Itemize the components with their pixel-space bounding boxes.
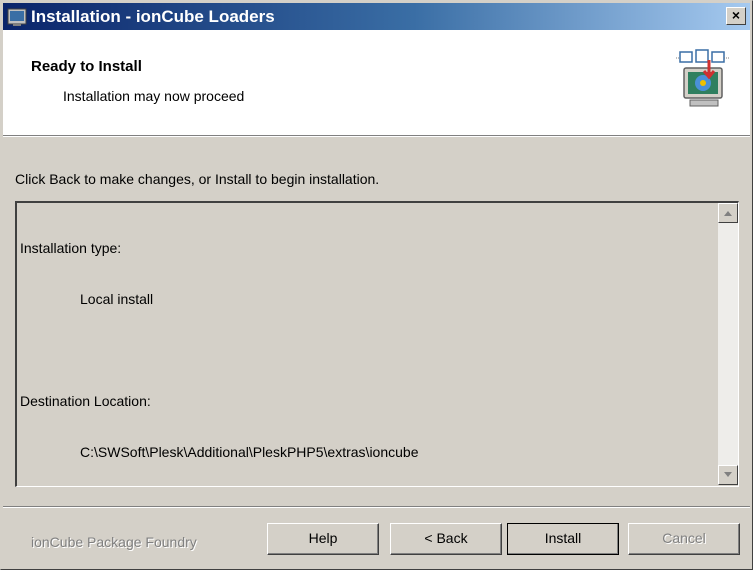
header-divider — [3, 136, 750, 137]
close-button[interactable]: × — [726, 7, 746, 25]
vertical-scrollbar[interactable] — [718, 203, 738, 485]
page-subtitle: Installation may now proceed — [63, 88, 245, 104]
summary-memo[interactable]: Installation type: Local install Destina… — [15, 201, 739, 487]
cancel-button[interactable]: Cancel — [628, 523, 740, 555]
scroll-down-button[interactable] — [718, 465, 738, 485]
instruction-text: Click Back to make changes, or Install t… — [15, 171, 380, 187]
arrow-up-icon — [724, 211, 732, 216]
close-icon: × — [731, 7, 741, 23]
summary-text: Installation type: Local install Destina… — [20, 206, 714, 495]
window-title: Installation - ionCube Loaders — [31, 7, 275, 26]
installation-type-value: Local install — [80, 291, 154, 307]
brand-label: ionCube Package Foundry — [31, 534, 197, 550]
title-bar[interactable]: Installation - ionCube Loaders × — [3, 3, 750, 30]
footer-divider-highlight — [3, 507, 750, 508]
scroll-up-button[interactable] — [718, 203, 738, 223]
wizard-header: Ready to Install Installation may now pr… — [3, 30, 750, 136]
installation-type-label: Installation type: — [20, 240, 122, 256]
back-button[interactable]: < Back — [390, 523, 502, 555]
destination-label: Destination Location: — [20, 393, 151, 409]
memo-blank-line — [20, 342, 714, 359]
installer-app-icon — [7, 8, 27, 26]
help-button[interactable]: Help — [267, 523, 379, 555]
arrow-down-icon — [724, 472, 732, 477]
installer-computer-icon — [676, 49, 730, 107]
install-button[interactable]: Install — [507, 523, 619, 555]
destination-value: C:\SWSoft\Plesk\Additional\PleskPHP5\ext… — [80, 444, 419, 460]
page-title: Ready to Install — [31, 58, 142, 75]
installer-window: Installation - ionCube Loaders × Ready t… — [0, 0, 753, 570]
